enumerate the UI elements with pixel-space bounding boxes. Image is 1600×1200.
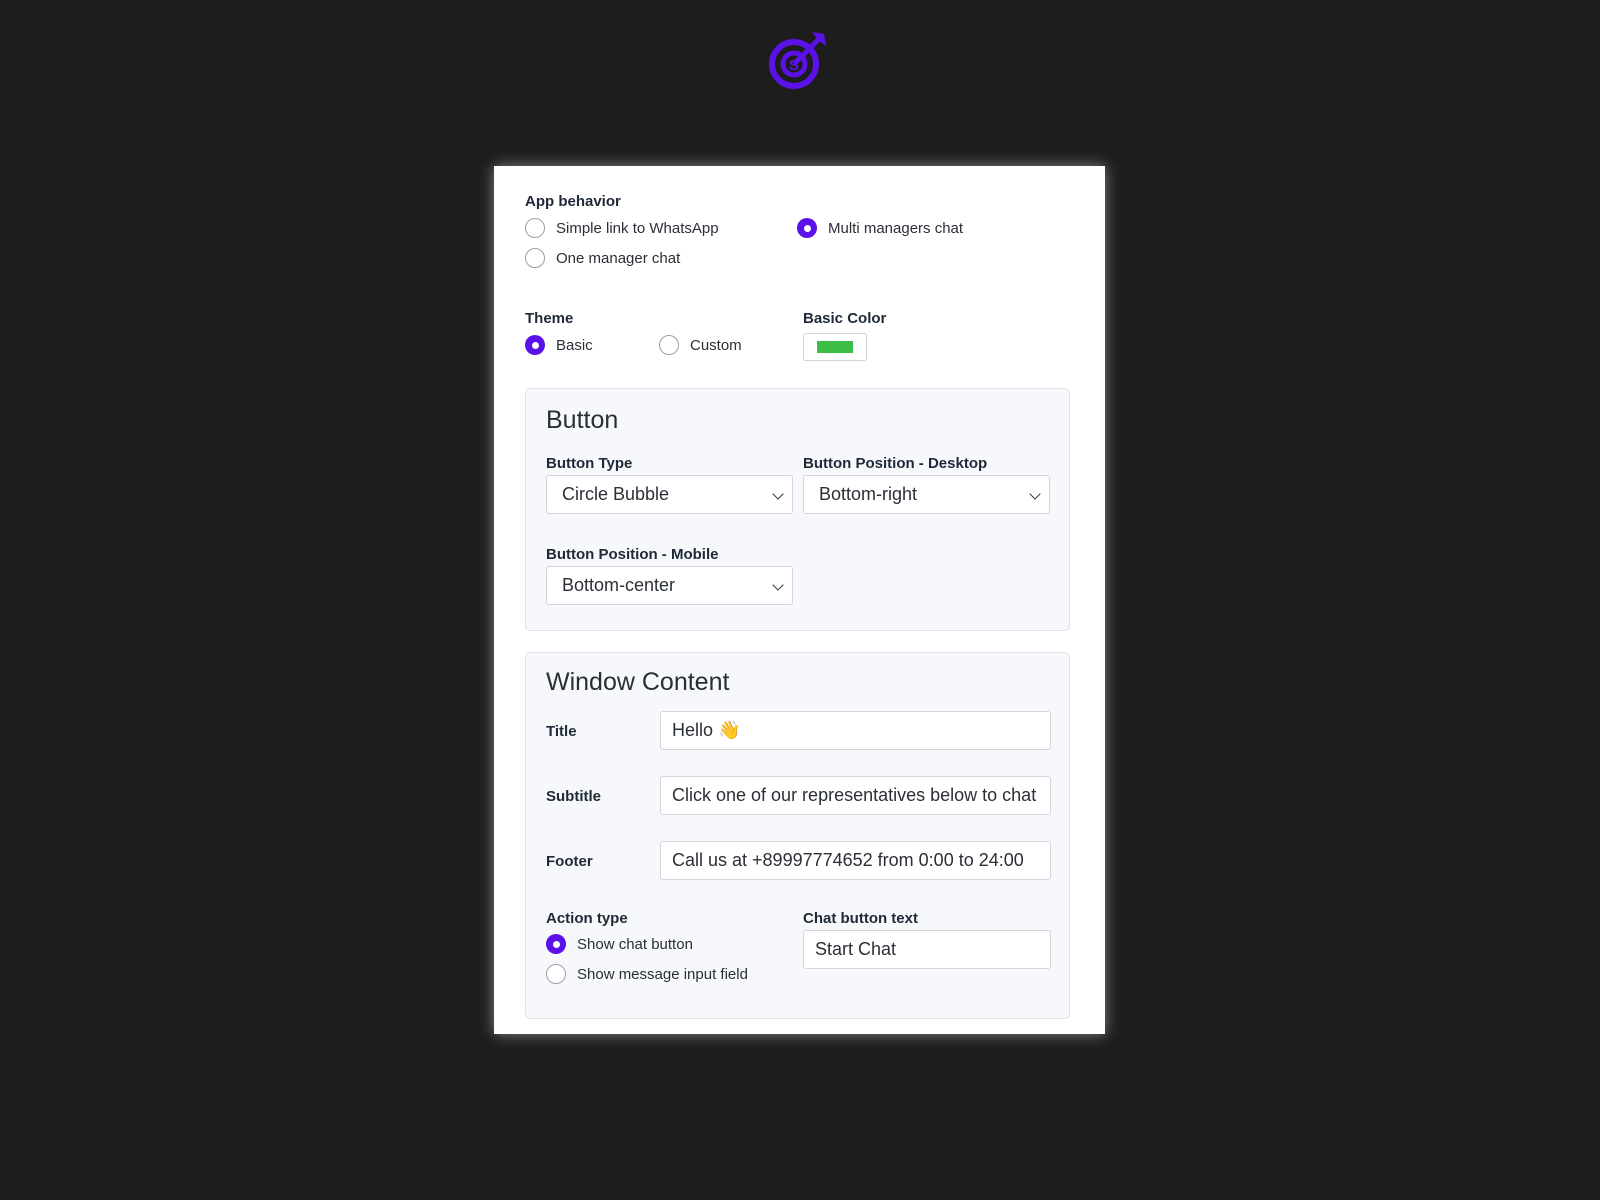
- radio-label: Show message input field: [577, 965, 748, 983]
- settings-card: App behavior Simple link to WhatsApp Mul…: [494, 166, 1105, 1034]
- chevron-down-icon: [1029, 488, 1041, 500]
- app-behavior-label: App behavior: [525, 193, 621, 210]
- radio-show-chat-button[interactable]: Show chat button: [546, 929, 693, 959]
- radio-show-message-input[interactable]: Show message input field: [546, 959, 748, 989]
- basic-color-label: Basic Color: [803, 310, 887, 327]
- radio-one-manager[interactable]: One manager chat: [525, 243, 680, 273]
- radio-simple-link[interactable]: Simple link to WhatsApp: [525, 213, 719, 243]
- radio-label: Basic: [556, 336, 593, 354]
- radio-circle[interactable]: [525, 248, 545, 268]
- chat-button-text-label: Chat button text: [803, 910, 918, 927]
- radio-label: Custom: [690, 336, 742, 354]
- radio-label: Show chat button: [577, 935, 693, 953]
- radio-circle[interactable]: [546, 964, 566, 984]
- select-value: Bottom-center: [562, 575, 676, 595]
- radio-multi-managers[interactable]: Multi managers chat: [797, 213, 963, 243]
- footer-label: Footer: [546, 853, 593, 870]
- radio-label: Multi managers chat: [828, 219, 964, 237]
- button-panel: Button Button Type Circle Bubble Button …: [525, 388, 1070, 631]
- radio-circle[interactable]: [525, 218, 545, 238]
- button-type-select[interactable]: Circle Bubble: [546, 475, 793, 514]
- chat-button-text-input[interactable]: Start Chat: [803, 930, 1051, 969]
- chevron-down-icon: [772, 579, 784, 591]
- radio-theme-basic[interactable]: Basic: [525, 330, 593, 360]
- radio-circle[interactable]: [659, 335, 679, 355]
- position-desktop-label: Button Position - Desktop: [803, 455, 988, 472]
- select-value: Circle Bubble: [562, 484, 670, 504]
- title-input[interactable]: Hello 👋: [660, 711, 1051, 750]
- position-mobile-label: Button Position - Mobile: [546, 546, 719, 563]
- radio-circle[interactable]: [797, 218, 817, 238]
- radio-label: One manager chat: [556, 249, 681, 267]
- footer-input[interactable]: Call us at +89997774652 from 0:00 to 24:…: [660, 841, 1051, 880]
- position-desktop-select[interactable]: Bottom-right: [803, 475, 1050, 514]
- radio-theme-custom[interactable]: Custom: [659, 330, 742, 360]
- button-type-label: Button Type: [546, 455, 633, 472]
- theme-label: Theme: [525, 310, 574, 327]
- action-type-label: Action type: [546, 910, 628, 927]
- radio-circle[interactable]: [525, 335, 545, 355]
- window-content-panel: Window Content Title Hello 👋 Subtitle Cl…: [525, 652, 1070, 1019]
- target-arrow-logo-icon: S: [769, 32, 826, 89]
- chevron-down-icon: [772, 488, 784, 500]
- title-label: Title: [546, 723, 577, 740]
- select-value: Bottom-right: [819, 484, 918, 504]
- position-mobile-select[interactable]: Bottom-center: [546, 566, 793, 605]
- radio-label: Simple link to WhatsApp: [556, 219, 719, 237]
- color-swatch: [817, 341, 853, 353]
- window-panel-heading: Window Content: [546, 668, 730, 696]
- button-panel-heading: Button: [546, 406, 619, 434]
- radio-circle[interactable]: [546, 934, 566, 954]
- subtitle-label: Subtitle: [546, 788, 601, 805]
- subtitle-input[interactable]: Click one of our representatives below t…: [660, 776, 1051, 815]
- basic-color-picker[interactable]: [803, 333, 867, 361]
